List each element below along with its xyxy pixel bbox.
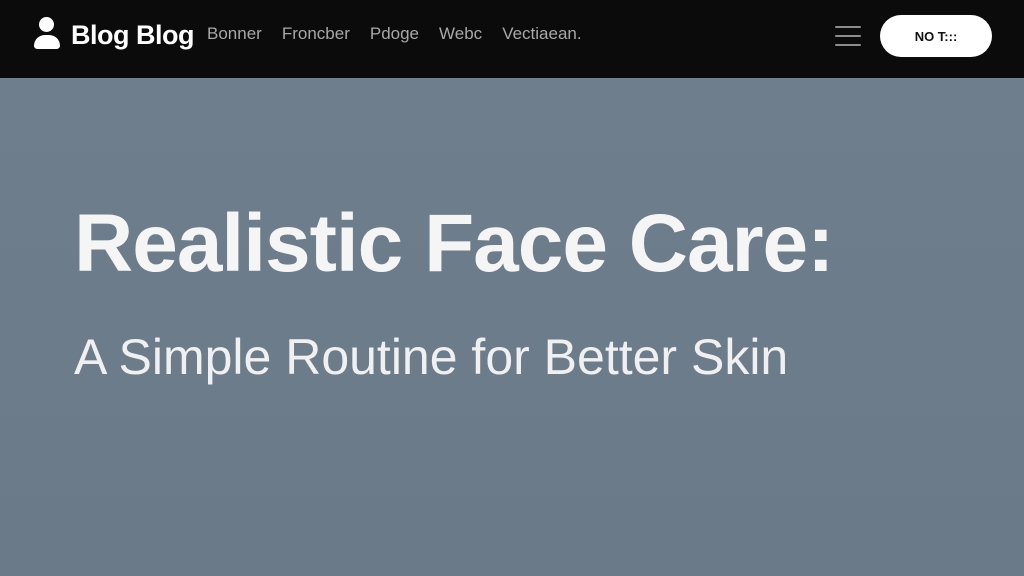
nav-link-3[interactable]: Pdoge (370, 24, 419, 44)
nav-link-4[interactable]: Webc (439, 24, 482, 44)
nav-link-2[interactable]: Froncber (282, 24, 350, 44)
brand-logo[interactable]: Blog Blog (33, 17, 194, 53)
top-navbar: Blog Blog Bonner Froncber Pdoge Webc Vec… (0, 0, 1024, 78)
cta-button[interactable]: NO T::: (880, 15, 992, 57)
user-icon (33, 17, 61, 53)
nav-link-5[interactable]: Vectiaean. (502, 24, 581, 44)
nav-link-1[interactable]: Bonner (207, 24, 262, 44)
hero-section: Realistic Face Care: A Simple Routine fo… (0, 78, 1024, 576)
hero-subtitle: A Simple Routine for Better Skin (74, 329, 789, 385)
nav-links: Bonner Froncber Pdoge Webc Vectiaean. (207, 24, 602, 44)
brand-name: Blog Blog (71, 19, 194, 50)
hamburger-menu-icon[interactable] (835, 24, 863, 48)
hero-title: Realistic Face Care: (74, 198, 834, 289)
